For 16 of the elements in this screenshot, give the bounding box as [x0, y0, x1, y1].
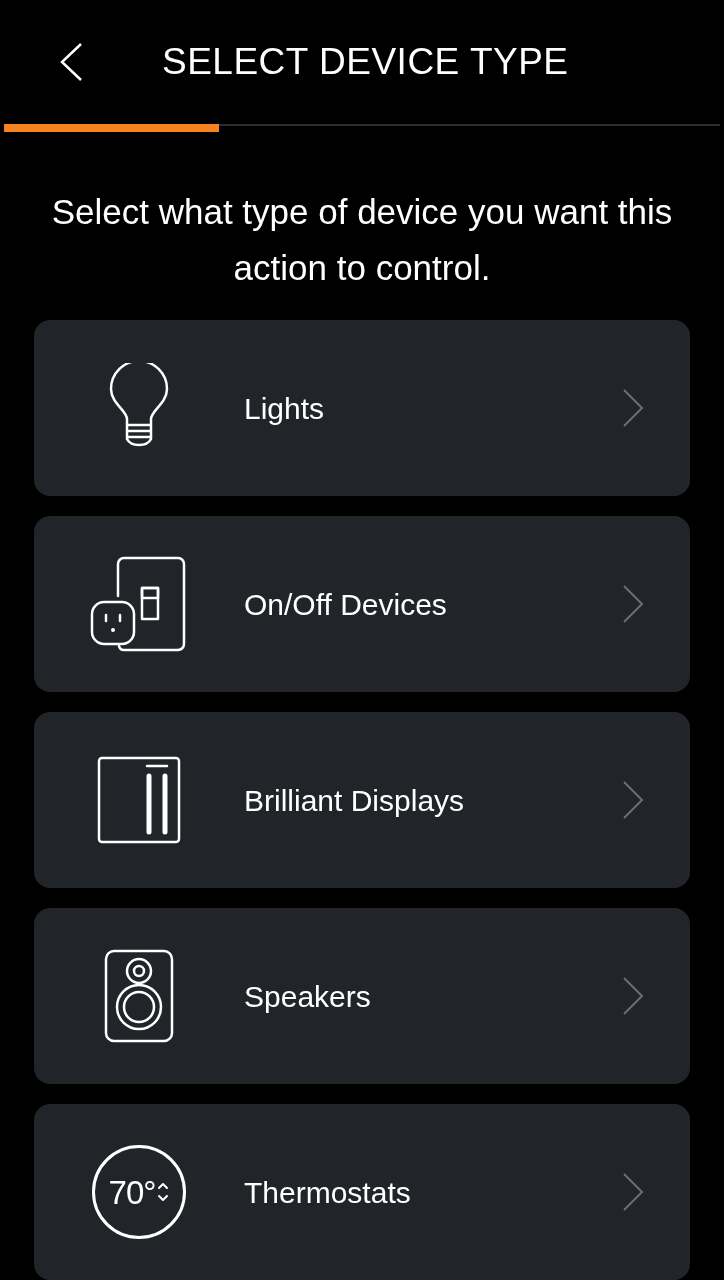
speaker-icon	[104, 949, 174, 1043]
chevron-right-icon	[622, 1172, 644, 1212]
chevron-right-icon	[622, 780, 644, 820]
page-title: SELECT DEVICE TYPE	[162, 40, 569, 85]
chevron-right-icon	[622, 976, 644, 1016]
chevron-right-icon	[622, 388, 644, 428]
outlet-and-switch-icon	[90, 556, 188, 652]
thermostat-icon: 70°	[92, 1145, 186, 1239]
device-type-card[interactable]: On/Off Devices	[34, 516, 690, 692]
instruction-text: Select what type of device you want this action to control.	[50, 191, 674, 289]
wall-panel-icon	[97, 756, 181, 844]
device-type-card[interactable]: 70° Thermostats	[34, 1104, 690, 1280]
chevron-right-icon	[622, 584, 644, 624]
device-type-card[interactable]: Speakers	[34, 908, 690, 1084]
device-type-card[interactable]: Brilliant Displays	[34, 712, 690, 888]
device-type-card[interactable]: Lights	[34, 320, 690, 496]
